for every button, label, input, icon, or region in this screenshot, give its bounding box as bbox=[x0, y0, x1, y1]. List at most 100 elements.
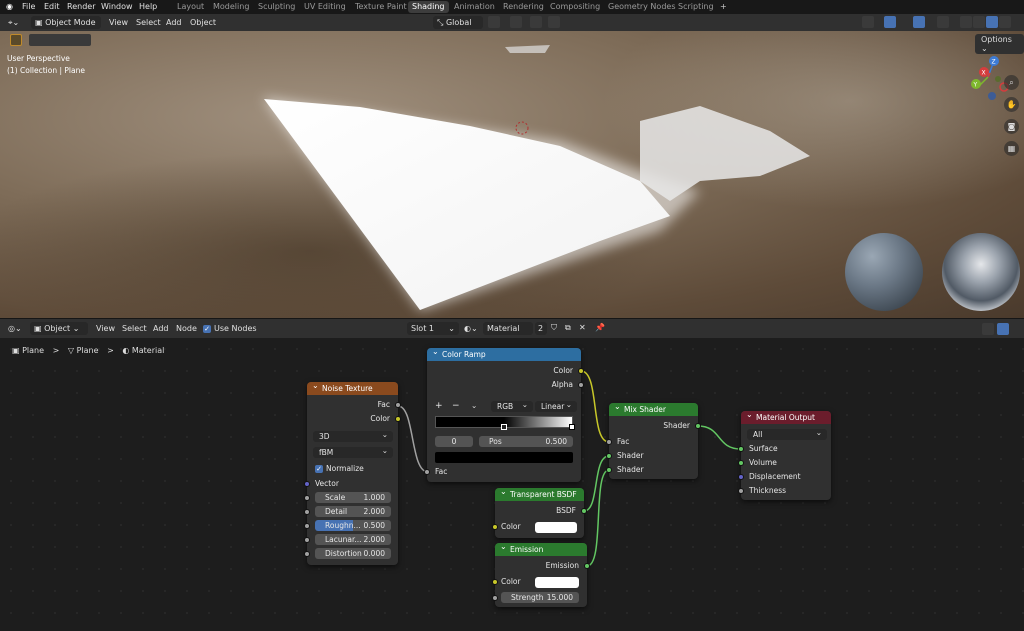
ramp-fac-socket[interactable] bbox=[424, 469, 430, 475]
menu-help[interactable]: Help bbox=[139, 2, 157, 11]
output-thickness-socket[interactable] bbox=[738, 488, 744, 494]
ramp-pos-field[interactable]: Pos 0.500 bbox=[479, 436, 573, 447]
noise-fac-socket[interactable] bbox=[395, 402, 401, 408]
transparent-bsdf-title[interactable]: Transparent BSDF bbox=[495, 485, 584, 501]
mix-shader1-socket[interactable] bbox=[606, 453, 612, 459]
fake-user-icon[interactable]: ⛉ bbox=[551, 323, 557, 333]
tab-sculpting[interactable]: Sculpting bbox=[258, 2, 295, 11]
noise-distortion-field[interactable]: Distortion 0.000 bbox=[315, 548, 391, 559]
emission-node[interactable]: Emission Emission Color Strength15.000 bbox=[492, 540, 590, 607]
menu-render[interactable]: Render bbox=[67, 2, 95, 11]
noise-distortion-socket[interactable] bbox=[304, 551, 310, 557]
user-count-button[interactable]: 2 bbox=[535, 322, 547, 335]
noise-roughness-field[interactable]: Roughn... 0.500 bbox=[315, 520, 391, 531]
tab-compositing[interactable]: Compositing bbox=[550, 2, 600, 11]
xray-icon[interactable] bbox=[937, 16, 949, 28]
noise-node-title[interactable]: Noise Texture bbox=[307, 379, 398, 395]
material-output-node[interactable]: Material Output All Surface Volume Displ… bbox=[738, 408, 831, 500]
slot-dropdown[interactable]: Slot 1 ⌄ bbox=[407, 322, 459, 335]
blender-logo-icon[interactable]: ◉ bbox=[6, 2, 13, 11]
object-type-dropdown[interactable]: ▣ Object ⌄ bbox=[30, 322, 88, 335]
node-menu-node[interactable]: Node bbox=[176, 324, 197, 333]
output-volume-socket[interactable] bbox=[738, 460, 744, 466]
emission-color-socket[interactable] bbox=[492, 579, 498, 585]
node-menu-view[interactable]: View bbox=[96, 324, 115, 333]
noise-dimensions-dropdown[interactable]: 3D bbox=[313, 429, 393, 442]
ramp-stop-index-field[interactable]: 0 bbox=[435, 436, 473, 447]
grid-view-icon[interactable]: ▦ bbox=[1004, 141, 1019, 156]
transparent-bsdf-socket[interactable] bbox=[581, 508, 587, 514]
transparent-bsdf-node[interactable]: Transparent BSDF BSDF Color bbox=[492, 485, 587, 538]
noise-lacunarity-socket[interactable] bbox=[304, 537, 310, 543]
noise-scale-field[interactable]: Scale 1.000 bbox=[315, 492, 391, 503]
node-menu-select[interactable]: Select bbox=[122, 324, 147, 333]
mode-dropdown[interactable]: ▣ Object Mode ⌄ bbox=[31, 16, 101, 40]
ramp-interpolation-dropdown[interactable]: Linear bbox=[535, 399, 577, 412]
normalize-checkbox[interactable]: ✓ bbox=[315, 465, 323, 473]
material-sphere-icon[interactable]: ◐⌄ bbox=[464, 324, 478, 333]
3d-viewport[interactable]: User Perspective (1) Collection | Plane … bbox=[0, 31, 1024, 318]
noise-detail-field[interactable]: Detail 2.000 bbox=[315, 506, 391, 517]
mix-shader-node[interactable]: Mix Shader Shader Fac Shader Shader bbox=[606, 400, 701, 479]
shader-editor-icon[interactable]: ◎⌄ bbox=[8, 324, 22, 333]
transparent-color-socket[interactable] bbox=[492, 524, 498, 530]
noise-detail-socket[interactable] bbox=[304, 509, 310, 515]
tab-geometry-nodes[interactable]: Geometry Nodes bbox=[608, 2, 675, 11]
proportional-edit-icon[interactable] bbox=[548, 16, 560, 28]
menu-file[interactable]: File bbox=[22, 2, 35, 11]
shading-solid-icon[interactable] bbox=[973, 16, 985, 28]
ramp-color-socket[interactable] bbox=[578, 368, 584, 374]
noise-type-dropdown[interactable]: fBM bbox=[313, 445, 393, 458]
add-stop-button[interactable]: + bbox=[435, 400, 443, 412]
ramp-stop-black[interactable] bbox=[501, 424, 507, 430]
noise-roughness-socket[interactable] bbox=[304, 523, 310, 529]
shading-wireframe-icon[interactable] bbox=[960, 16, 972, 28]
color-ramp-node[interactable]: Color Ramp Color Alpha + − ⌄ RGB Linear … bbox=[424, 345, 584, 482]
pivot-icon[interactable] bbox=[488, 16, 500, 28]
mix-fac-socket[interactable] bbox=[606, 439, 612, 445]
gizmo-toggle-icon[interactable] bbox=[884, 16, 896, 28]
tab-scripting[interactable]: Scripting bbox=[678, 2, 714, 11]
ramp-stop-white[interactable] bbox=[569, 424, 575, 430]
node-overlay-icon[interactable] bbox=[997, 323, 1009, 335]
tab-rendering[interactable]: Rendering bbox=[503, 2, 544, 11]
breadcrumb-material[interactable]: Material bbox=[132, 346, 165, 355]
shading-material-icon[interactable] bbox=[986, 16, 998, 28]
emission-strength-socket[interactable] bbox=[492, 595, 498, 601]
ramp-menu-chevron-icon[interactable]: ⌄ bbox=[471, 400, 477, 412]
visibility-icon[interactable] bbox=[862, 16, 874, 28]
remove-stop-button[interactable]: − bbox=[452, 400, 460, 412]
mix-out-shader-socket[interactable] bbox=[695, 423, 701, 429]
pin-icon[interactable]: 📌 bbox=[595, 323, 605, 332]
menu-edit[interactable]: Edit bbox=[44, 2, 60, 11]
emission-title[interactable]: Emission bbox=[495, 540, 587, 556]
tab-modeling[interactable]: Modeling bbox=[213, 2, 249, 11]
material-name-field[interactable]: Material bbox=[483, 322, 533, 335]
snap-target-icon[interactable] bbox=[530, 16, 542, 28]
noise-vector-socket[interactable] bbox=[304, 481, 310, 487]
orientation-dropdown[interactable]: ⤡ Global ⌄ bbox=[433, 16, 483, 40]
tab-uv-editing[interactable]: UV Editing bbox=[304, 2, 346, 11]
emission-out-socket[interactable] bbox=[584, 563, 590, 569]
use-nodes-checkbox[interactable]: ✓ bbox=[203, 325, 211, 333]
unlink-material-icon[interactable]: ✕ bbox=[579, 323, 586, 332]
add-workspace-button[interactable]: + bbox=[720, 2, 727, 11]
tab-animation[interactable]: Animation bbox=[454, 2, 495, 11]
camera-view-icon[interactable]: ◙ bbox=[1004, 119, 1019, 134]
noise-scale-socket[interactable] bbox=[304, 495, 310, 501]
ramp-color-mode-dropdown[interactable]: RGB bbox=[491, 399, 533, 412]
emission-strength-field[interactable]: Strength 15.000 bbox=[501, 592, 579, 603]
snap-node-icon[interactable] bbox=[982, 323, 994, 335]
menu-window[interactable]: Window bbox=[101, 2, 133, 11]
output-surface-socket[interactable] bbox=[738, 446, 744, 452]
node-menu-add[interactable]: Add bbox=[153, 324, 169, 333]
menu-object[interactable]: Object bbox=[190, 18, 216, 27]
material-output-title[interactable]: Material Output bbox=[741, 408, 831, 424]
noise-lacunarity-field[interactable]: Lacunar... 2.000 bbox=[315, 534, 391, 545]
menu-select[interactable]: Select bbox=[136, 18, 161, 27]
menu-view[interactable]: View bbox=[109, 18, 128, 27]
noise-texture-node[interactable]: Noise Texture Fac Color 3D fBM ✓ Normali… bbox=[304, 379, 401, 565]
snap-icon[interactable] bbox=[510, 16, 522, 28]
zoom-icon[interactable]: ⌕ bbox=[1004, 75, 1019, 90]
noise-color-socket[interactable] bbox=[395, 416, 401, 422]
